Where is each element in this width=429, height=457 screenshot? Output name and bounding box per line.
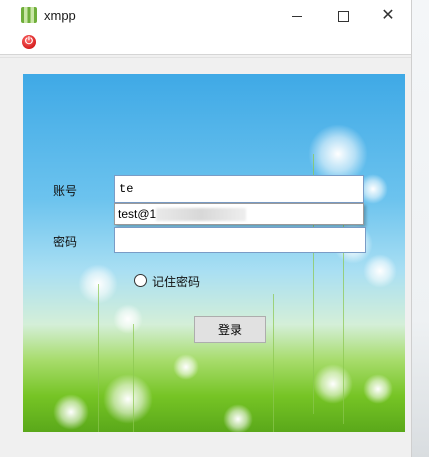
password-label: 密码 <box>53 235 78 249</box>
maximize-button[interactable] <box>320 0 366 32</box>
maximize-icon <box>337 10 349 22</box>
divider <box>0 54 411 55</box>
title-bar[interactable]: xmpp ✕ <box>0 0 411 32</box>
redacted-text <box>156 208 246 221</box>
app-window: xmpp ✕ ⏻ 账号 test@1 密码 记住密码 登录 <box>0 0 412 457</box>
grass-stem <box>133 324 134 432</box>
light-bokeh <box>363 254 397 288</box>
light-bokeh <box>53 394 89 430</box>
close-button[interactable]: ✕ <box>365 0 411 32</box>
account-label: 账号 <box>53 184 78 198</box>
account-autocomplete[interactable]: test@1 <box>114 203 364 225</box>
login-background <box>23 74 405 432</box>
light-bokeh <box>113 304 143 334</box>
password-input[interactable] <box>114 227 366 253</box>
light-bokeh <box>363 374 393 404</box>
login-button[interactable]: 登录 <box>194 316 266 343</box>
minimize-icon <box>292 15 302 17</box>
close-icon: ✕ <box>381 7 395 24</box>
toolbar: ⏻ <box>0 32 411 54</box>
grass-stem <box>273 294 274 432</box>
light-bokeh <box>103 374 153 424</box>
account-input[interactable] <box>114 175 364 203</box>
autocomplete-item[interactable]: test@1 <box>118 207 156 221</box>
power-icon[interactable]: ⏻ <box>22 35 36 49</box>
light-bokeh <box>313 364 353 404</box>
light-bokeh <box>223 404 253 432</box>
window-title: xmpp <box>44 8 76 23</box>
minimize-button[interactable] <box>274 0 320 32</box>
remember-password-radio[interactable] <box>134 274 147 287</box>
light-bokeh <box>173 354 199 380</box>
app-icon <box>21 7 37 23</box>
remember-password-label[interactable]: 记住密码 <box>152 273 200 290</box>
divider <box>0 57 411 58</box>
grass-stem <box>98 284 99 432</box>
background-window-edge <box>412 0 429 457</box>
